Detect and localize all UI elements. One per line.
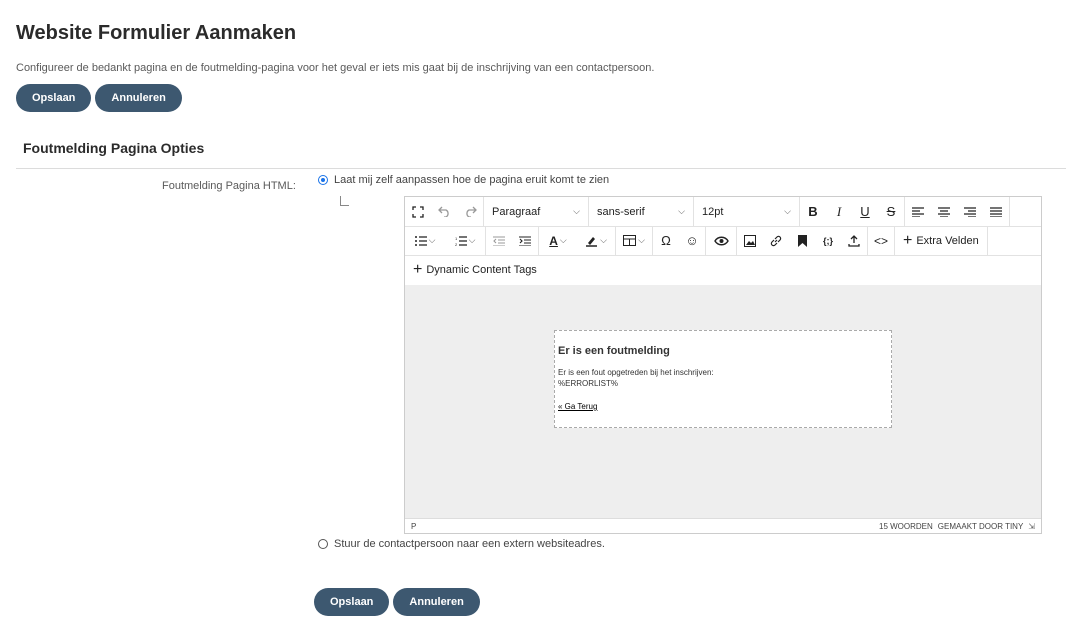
dynamic-content-tags-label: Dynamic Content Tags	[426, 263, 537, 276]
editor-content-area[interactable]: Er is een foutmelding Er is een fout opg…	[405, 285, 1041, 518]
option-external-url[interactable]: Stuur de contactpersoon naar een extern …	[318, 538, 605, 550]
error-list-token: %ERRORLIST%	[558, 379, 619, 388]
source-code-icon[interactable]: <>	[868, 226, 894, 255]
special-character-icon[interactable]: Ω	[653, 226, 679, 255]
font-family-value: sans-serif	[597, 205, 645, 218]
save-button[interactable]: Opslaan	[16, 84, 92, 112]
radio-external-unchecked[interactable]	[318, 539, 328, 549]
chevron-down-icon: ⌵	[600, 235, 607, 245]
highlight-icon[interactable]: ⌵	[577, 226, 615, 255]
chevron-down-icon: ⌵	[559, 235, 567, 245]
section-divider	[16, 168, 1066, 169]
extra-fields-button[interactable]: + Extra Velden	[895, 226, 987, 255]
option-external-label: Stuur de contactpersoon naar een extern …	[334, 538, 605, 550]
cancel-button-bottom[interactable]: Annuleren	[393, 588, 480, 616]
cancel-button[interactable]: Annuleren	[95, 84, 182, 112]
tiny-branding-link[interactable]: GEMAAKT DOOR TINY	[938, 522, 1024, 531]
top-action-bar: Opslaan Annuleren	[16, 84, 182, 112]
align-left-icon[interactable]	[905, 197, 931, 226]
image-icon[interactable]	[737, 226, 763, 255]
chevron-down-icon: ⌵	[784, 206, 791, 216]
font-size-value: 12pt	[702, 205, 724, 218]
underline-icon[interactable]: U	[852, 197, 878, 226]
chevron-down-icon: ⌵	[573, 206, 580, 216]
chevron-down-icon: ⌵	[468, 235, 476, 245]
toolbar-separator	[1009, 197, 1010, 226]
option-custom-page[interactable]: Laat mij zelf aanpassen hoe de pagina er…	[318, 174, 609, 186]
resize-handle-icon[interactable]: ⇲	[1028, 522, 1035, 531]
bookmark-icon[interactable]	[789, 226, 815, 255]
strikethrough-icon[interactable]: S	[878, 197, 904, 226]
radio-custom-checked[interactable]	[318, 175, 328, 185]
text-color-icon[interactable]: A ⌵	[539, 226, 577, 255]
html-editor: Paragraaf ⌵ sans-serif ⌵ 12pt ⌵ B I U S	[404, 196, 1042, 534]
fullscreen-icon[interactable]	[405, 197, 431, 226]
page-title: Website Formulier Aanmaken	[16, 22, 297, 44]
chevron-down-icon: ⌵	[638, 235, 645, 245]
option-custom-label: Laat mij zelf aanpassen hoe de pagina er…	[334, 174, 610, 186]
align-center-icon[interactable]	[931, 197, 957, 226]
italic-icon[interactable]: I	[826, 197, 852, 226]
redo-icon[interactable]	[457, 197, 483, 226]
link-icon[interactable]	[763, 226, 789, 255]
undo-icon[interactable]	[431, 197, 457, 226]
svg-text:2: 2	[455, 242, 458, 246]
upload-icon[interactable]	[841, 226, 867, 255]
bullet-list-icon[interactable]: ⌵	[405, 226, 445, 255]
outdent-icon[interactable]	[486, 226, 512, 255]
extra-fields-label: Extra Velden	[916, 234, 979, 247]
save-button-bottom[interactable]: Opslaan	[314, 588, 390, 616]
emoji-icon[interactable]: ☺	[679, 226, 705, 255]
font-size-select[interactable]: 12pt ⌵	[693, 197, 799, 226]
error-text: Er is een fout opgetreden bij het inschr…	[558, 368, 714, 377]
toolbar-separator	[986, 226, 988, 255]
bottom-action-bar: Opslaan Annuleren	[314, 588, 480, 616]
toolbar-row-3: + Dynamic Content Tags	[405, 255, 545, 284]
indent-icon[interactable]	[512, 226, 538, 255]
status-right: 15 WOORDEN GEMAAKT DOOR TINY ⇲	[879, 522, 1035, 531]
field-label: Foutmelding Pagina HTML:	[162, 180, 296, 192]
plus-icon: +	[413, 260, 423, 278]
block-format-value: Paragraaf	[492, 205, 541, 218]
align-justify-icon[interactable]	[983, 197, 1009, 226]
bold-icon[interactable]: B	[800, 197, 826, 226]
editor-statusbar: P 15 WOORDEN GEMAAKT DOOR TINY ⇲	[405, 518, 1041, 533]
toolbar-row-1: Paragraaf ⌵ sans-serif ⌵ 12pt ⌵ B I U S	[405, 197, 1010, 226]
chevron-down-icon: ⌵	[428, 235, 436, 245]
plus-icon: +	[903, 231, 913, 249]
block-format-select[interactable]: Paragraaf ⌵	[483, 197, 588, 226]
chevron-down-icon: ⌵	[678, 206, 685, 216]
section-title: Foutmelding Pagina Opties	[23, 140, 205, 156]
table-icon[interactable]: ⌵	[616, 226, 652, 255]
error-heading: Er is een foutmelding	[558, 345, 670, 357]
font-family-select[interactable]: sans-serif ⌵	[588, 197, 693, 226]
page-description: Configureer de bedankt pagina en de fout…	[16, 62, 655, 74]
toolbar-row-2: ⌵ 12 ⌵ A ⌵ ⌵ ⌵ Ω ☺ {;} <> + Extra Velden	[405, 226, 988, 255]
tree-connector	[340, 196, 349, 206]
element-path[interactable]: P	[411, 522, 416, 531]
back-link[interactable]: « Ga Terug	[558, 402, 597, 411]
dynamic-content-tags-button[interactable]: + Dynamic Content Tags	[405, 255, 545, 284]
numbered-list-icon[interactable]: 12 ⌵	[445, 226, 485, 255]
word-count: 15 WOORDEN	[879, 521, 933, 531]
align-right-icon[interactable]	[957, 197, 983, 226]
code-sample-icon[interactable]: {;}	[815, 226, 841, 255]
svg-text:1: 1	[455, 236, 458, 241]
error-message-box[interactable]: Er is een foutmelding Er is een fout opg…	[554, 330, 892, 428]
preview-eye-icon[interactable]	[706, 226, 736, 255]
